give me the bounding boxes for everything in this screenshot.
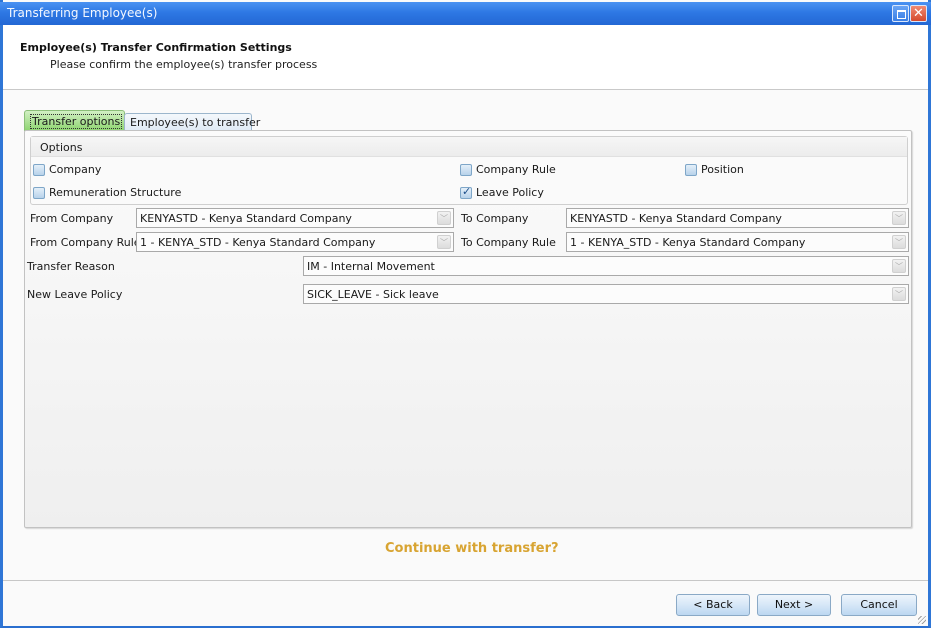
back-button[interactable]: < Back [676, 594, 750, 616]
tab-transfer-options[interactable]: Transfer options [24, 110, 125, 131]
checkbox-icon[interactable] [460, 163, 472, 176]
footer-divider [3, 580, 928, 581]
page-title: Employee(s) Transfer Confirmation Settin… [20, 41, 292, 54]
to-company-rule-select[interactable]: 1 - KENYA_STD - Kenya Standard Company ﹀ [566, 232, 909, 252]
from-company-label: From Company [30, 212, 114, 225]
close-icon[interactable]: ✕ [910, 5, 927, 22]
title-bar[interactable]: Transferring Employee(s) ✕ [0, 2, 931, 25]
chevron-down-icon[interactable]: ﹀ [892, 287, 906, 301]
checkbox-position[interactable]: Position [685, 163, 744, 176]
resize-grip-icon[interactable] [918, 616, 926, 624]
page-subtitle: Please confirm the employee(s) transfer … [50, 58, 318, 71]
from-company-rule-label: From Company Rule [30, 236, 141, 249]
checkbox-icon[interactable] [685, 163, 697, 176]
tab-employees-to-transfer[interactable]: Employee(s) to transfer [124, 113, 260, 131]
transfer-reason-label: Transfer Reason [27, 260, 115, 273]
to-company-label: To Company [461, 212, 529, 225]
next-button[interactable]: Next > [757, 594, 831, 616]
chevron-down-icon[interactable]: ﹀ [892, 259, 906, 273]
checkbox-company-rule[interactable]: Company Rule [460, 163, 556, 176]
confirm-question: Continue with transfer? [385, 541, 559, 556]
new-leave-policy-label: New Leave Policy [27, 288, 123, 301]
maximize-icon[interactable] [892, 5, 909, 22]
cancel-button[interactable]: Cancel [841, 594, 917, 616]
from-company-rule-select[interactable]: 1 - KENYA_STD - Kenya Standard Company ﹀ [136, 232, 454, 252]
checkbox-icon[interactable] [33, 186, 45, 199]
window-title: Transferring Employee(s) [7, 6, 158, 20]
transfer-dialog-window: Transferring Employee(s) ✕ Employee(s) T… [0, 0, 931, 628]
to-company-select[interactable]: KENYASTD - Kenya Standard Company ﹀ [566, 208, 909, 228]
transfer-reason-select[interactable]: IM - Internal Movement ﹀ [303, 256, 909, 276]
chevron-down-icon[interactable]: ﹀ [892, 211, 906, 225]
checkbox-company[interactable]: Company [33, 163, 101, 176]
chevron-down-icon[interactable]: ﹀ [437, 211, 451, 225]
transfer-options-panel: Options Company Company Rule Position Re… [24, 130, 912, 528]
chevron-down-icon[interactable]: ﹀ [437, 235, 451, 249]
dialog-header: Employee(s) Transfer Confirmation Settin… [3, 25, 928, 90]
checkbox-icon[interactable] [33, 163, 45, 176]
chevron-down-icon[interactable]: ﹀ [892, 235, 906, 249]
checkbox-remuneration-structure[interactable]: Remuneration Structure [33, 186, 181, 199]
options-group: Options Company Company Rule Position Re… [30, 136, 908, 205]
from-company-select[interactable]: KENYASTD - Kenya Standard Company ﹀ [136, 208, 454, 228]
checkbox-leave-policy[interactable]: Leave Policy [460, 185, 544, 199]
to-company-rule-label: To Company Rule [461, 236, 556, 249]
checkbox-checked-icon[interactable] [460, 185, 472, 199]
options-heading: Options [31, 137, 907, 157]
new-leave-policy-select[interactable]: SICK_LEAVE - Sick leave ﹀ [303, 284, 909, 304]
